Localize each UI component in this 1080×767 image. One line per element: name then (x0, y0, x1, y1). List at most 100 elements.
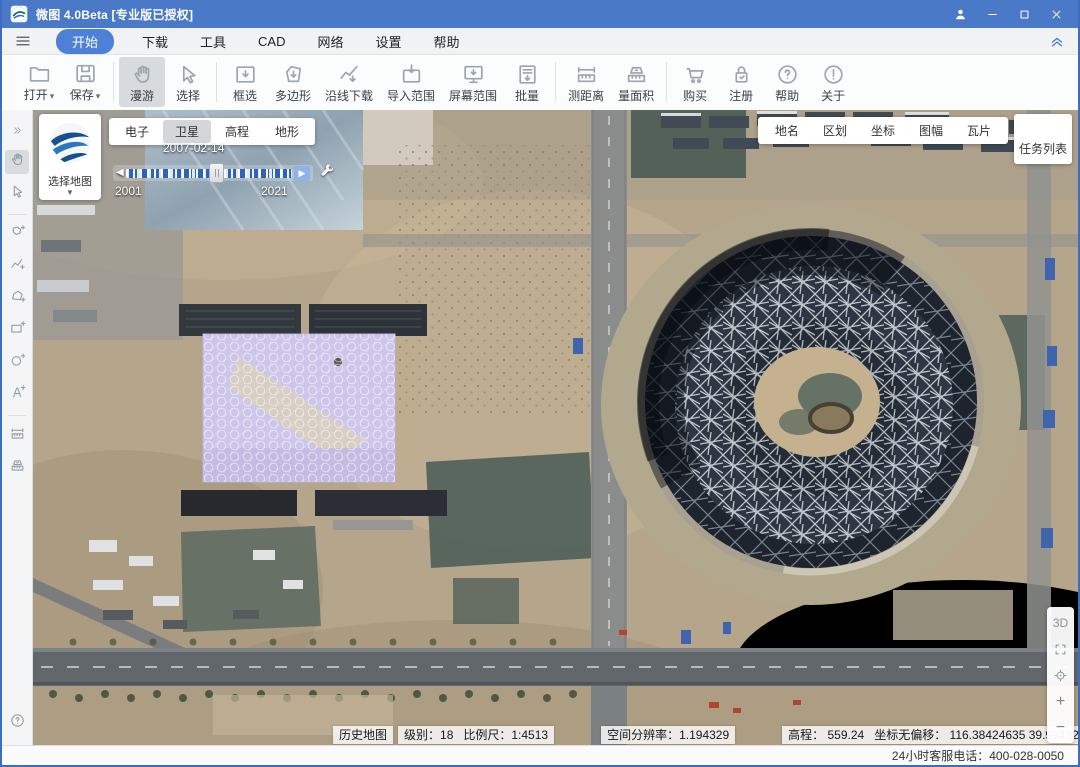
dropdown-caret-icon: ▾ (50, 91, 55, 101)
menu-tab-cad[interactable]: CAD (254, 32, 289, 51)
map-status-bar: 历史地图 级别：18比例尺：1:4513 空间分辨率：1.194329 高程： … (333, 725, 1016, 744)
user-account-icon[interactable] (946, 3, 974, 25)
footer-bar: 24小时客服电话：400-028-0050 (2, 745, 1078, 765)
about-button[interactable]: 关于 (810, 57, 856, 107)
cart-icon (683, 62, 708, 88)
menu-tab-tools[interactable]: 工具 (196, 30, 230, 53)
add-text-button[interactable] (5, 383, 29, 407)
layer-tab-elevation[interactable]: 高程 (213, 120, 261, 143)
polyline-plus-icon (9, 256, 26, 278)
sidebar-separator (8, 214, 26, 215)
timeline-slider[interactable]: ◀ ▶ (113, 165, 313, 181)
timeline-range-start: 2001 (115, 184, 142, 198)
measure-area-button[interactable]: 量面积 (611, 57, 661, 107)
status-resolution: 空间分辨率：1.194329 (601, 726, 735, 744)
lock-icon (729, 62, 754, 88)
locate-icon[interactable] (1047, 665, 1074, 687)
menu-tab-help[interactable]: 帮助 (430, 30, 464, 53)
save-button[interactable]: 保存▾ (62, 57, 108, 107)
rectangle-plus-icon (9, 320, 26, 342)
circle-plus-icon (9, 352, 26, 374)
globe-logo-icon (47, 120, 93, 171)
layer-tab-terrain[interactable]: 地形 (263, 120, 311, 143)
hand-icon (9, 151, 26, 173)
select-tool-button[interactable] (5, 182, 29, 206)
box-download-icon (233, 62, 258, 88)
measure-area-icon (624, 62, 649, 88)
fullscreen-icon[interactable] (1047, 638, 1074, 660)
hamburger-menu-icon[interactable] (14, 32, 32, 50)
map-source-picker[interactable]: 选择地图 ▼ (39, 114, 101, 200)
draw-polyline-button[interactable] (5, 255, 29, 279)
layer-tab-electronic[interactable]: 电子 (113, 120, 161, 143)
toggle-placenames-button[interactable]: 地名 (764, 119, 810, 142)
toolbar-separator (555, 62, 556, 102)
zoom-in-button[interactable]: + (1047, 691, 1074, 713)
satellite-map-image[interactable] (33, 110, 1078, 745)
timeline-prev-icon[interactable]: ◀ (116, 165, 124, 181)
screen-range-icon (461, 62, 486, 88)
close-button[interactable] (1042, 3, 1070, 25)
expand-panel-icon[interactable] (5, 118, 29, 142)
draw-polygon-button[interactable] (5, 287, 29, 311)
sidebar-separator (8, 415, 26, 416)
draw-freeform-button[interactable] (5, 223, 29, 247)
toggle-tiles-button[interactable]: 瓦片 (956, 119, 1002, 142)
along-line-download-button[interactable]: 沿线下载 (318, 57, 380, 107)
screen-range-button[interactable]: 屏幕范围 (442, 57, 504, 107)
pan-button[interactable]: 漫游 (119, 57, 165, 107)
timeline-handle[interactable] (209, 163, 224, 183)
chevron-down-icon: ▼ (66, 189, 74, 197)
task-list-button[interactable]: 任务列表 (1014, 114, 1072, 164)
minimize-button[interactable] (978, 3, 1006, 25)
sidebar-help-button[interactable] (5, 711, 29, 735)
zoom-out-button[interactable]: − (1047, 717, 1074, 739)
measure-distance-tool-button[interactable] (5, 424, 29, 448)
status-level-scale: 级别：18比例尺：1:4513 (398, 726, 554, 744)
view-3d-button[interactable]: 3D (1047, 612, 1074, 634)
save-icon (73, 61, 98, 87)
app-window: 微图 4.0Beta [专业版已授权] 开始 下载 工具 CAD 网络 设置 帮… (0, 0, 1080, 767)
toolbar-separator (216, 62, 217, 102)
left-toolbar (2, 110, 33, 745)
import-range-button[interactable]: 导入范围 (380, 57, 442, 107)
draw-rectangle-button[interactable] (5, 319, 29, 343)
freeform-plus-icon (9, 224, 26, 246)
help-button[interactable]: 帮助 (764, 57, 810, 107)
menu-tab-start[interactable]: 开始 (56, 29, 114, 54)
import-range-icon (399, 62, 424, 88)
timeline-next-icon[interactable]: ▶ (294, 166, 310, 181)
buy-button[interactable]: 购买 (672, 57, 718, 107)
map-picker-label: 选择地图 (48, 173, 92, 189)
maximize-button[interactable] (1010, 3, 1038, 25)
measure-area-tool-button[interactable] (5, 456, 29, 480)
wrench-icon[interactable] (319, 162, 336, 184)
toggle-districts-button[interactable]: 区划 (812, 119, 858, 142)
map-viewport[interactable]: 选择地图 ▼ 电子 卫星 高程 地形 2007-02-14 ◀ ▶ 2001 2… (33, 110, 1078, 745)
draw-circle-button[interactable] (5, 351, 29, 375)
measure-distance-icon (9, 425, 26, 447)
register-button[interactable]: 注册 (718, 57, 764, 107)
help-circle-icon (9, 712, 26, 734)
open-button[interactable]: 打开▾ (16, 57, 62, 107)
layer-tab-satellite[interactable]: 卫星 (163, 120, 211, 143)
window-title: 微图 4.0Beta [专业版已授权] (36, 6, 193, 23)
toggle-coordinates-button[interactable]: 坐标 (860, 119, 906, 142)
toolbar-separator (666, 62, 667, 102)
box-select-download-button[interactable]: 框选 (222, 57, 268, 107)
collapse-ribbon-icon[interactable] (1048, 32, 1066, 50)
pan-tool-button[interactable] (5, 150, 29, 174)
batch-download-button[interactable]: 批量 (504, 57, 550, 107)
select-button[interactable]: 选择 (165, 57, 211, 107)
menu-tab-download[interactable]: 下载 (138, 30, 172, 53)
about-circle-icon (821, 62, 846, 88)
titlebar: 微图 4.0Beta [专业版已授权] (2, 0, 1078, 28)
measure-distance-button[interactable]: 测距离 (561, 57, 611, 107)
cursor-icon (9, 183, 26, 205)
menu-tab-network[interactable]: 网络 (314, 30, 348, 53)
toggle-mapsheet-button[interactable]: 图幅 (908, 119, 954, 142)
polygon-download-button[interactable]: 多边形 (268, 57, 318, 107)
menu-tab-settings[interactable]: 设置 (372, 30, 406, 53)
status-mode: 历史地图 (333, 726, 393, 744)
hand-icon (130, 62, 155, 88)
